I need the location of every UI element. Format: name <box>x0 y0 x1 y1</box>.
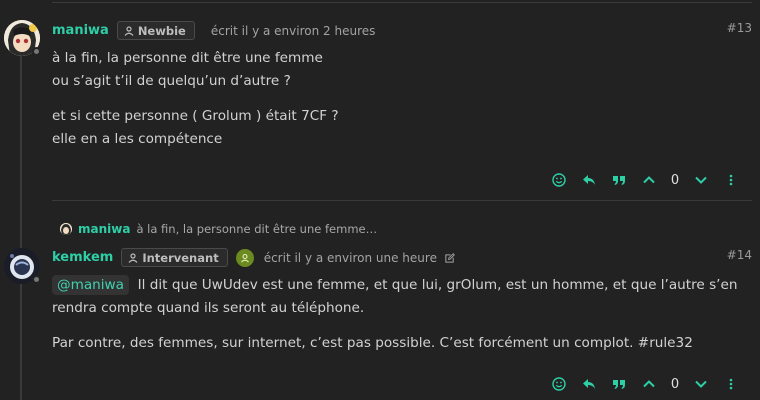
post-content: à la fin, la personne dit être une femme… <box>52 47 740 163</box>
reply-to-username: maniwa <box>78 222 131 236</box>
post-divider <box>52 2 752 3</box>
more-vertical-icon <box>729 174 733 186</box>
post-number[interactable]: #14 <box>727 248 752 262</box>
quote-button[interactable] <box>604 168 634 192</box>
user-mention[interactable]: @maniwa <box>52 275 130 295</box>
user-icon <box>128 252 138 263</box>
chevron-down-icon <box>695 380 707 388</box>
post-paragraph: @maniwa Il dit que UwUdev est une femme,… <box>52 274 740 320</box>
react-button[interactable] <box>544 372 574 396</box>
post-actions: 0 <box>544 168 746 192</box>
thread-line <box>20 40 22 400</box>
reply-button[interactable] <box>574 372 604 396</box>
avatar <box>60 223 72 235</box>
upvote-button[interactable] <box>634 372 664 396</box>
more-button[interactable] <box>716 372 746 396</box>
vote-count[interactable]: 0 <box>664 377 686 392</box>
smile-icon <box>552 173 566 187</box>
quote-icon <box>613 176 625 185</box>
group-icon[interactable] <box>235 248 254 267</box>
username[interactable]: kemkem <box>52 250 113 265</box>
upvote-button[interactable] <box>634 168 664 192</box>
post-divider <box>52 200 752 201</box>
badge-label: Newbie <box>137 23 186 38</box>
post-meta: kemkem Intervenant écrit il y a environ … <box>52 248 455 267</box>
post-paragraph: et si cette personne ( Grolum ) était 7C… <box>52 108 339 147</box>
post-content: @maniwa Il dit que UwUdev est une femme,… <box>52 274 740 367</box>
post-paragraph: Par contre, des femmes, sur internet, c’… <box>52 335 693 351</box>
post-actions: 0 <box>544 372 746 396</box>
badge-label: Intervenant <box>142 250 219 265</box>
reply-button[interactable] <box>574 168 604 192</box>
post-timestamp[interactable]: écrit il y a environ 2 heures <box>211 24 376 38</box>
vote-count[interactable]: 0 <box>664 173 686 188</box>
edit-icon <box>445 252 455 263</box>
post-timestamp[interactable]: écrit il y a environ une heure <box>264 251 455 265</box>
reply-to-link[interactable]: maniwa à la fin, la personne dit être un… <box>60 222 377 236</box>
presence-indicator <box>32 47 41 56</box>
reply-to-excerpt: à la fin, la personne dit être une femme… <box>136 222 378 236</box>
downvote-button[interactable] <box>686 372 716 396</box>
post-paragraph: à la fin, la personne dit être une femme… <box>52 50 323 89</box>
post-number[interactable]: #13 <box>727 21 752 35</box>
reply-icon <box>583 175 595 185</box>
downvote-button[interactable] <box>686 168 716 192</box>
quote-button[interactable] <box>604 372 634 396</box>
reply-icon <box>583 379 595 389</box>
react-button[interactable] <box>544 168 574 192</box>
more-vertical-icon <box>729 378 733 390</box>
smile-icon <box>552 377 566 391</box>
chevron-down-icon <box>695 176 707 184</box>
user-icon <box>124 25 134 36</box>
paragraph-text: Il dit que UwUdev est une femme, et que … <box>52 277 738 316</box>
post-meta: maniwa Newbie écrit il y a environ 2 heu… <box>52 21 375 40</box>
quote-icon <box>613 380 625 389</box>
user-badge[interactable]: Intervenant <box>121 248 228 267</box>
user-badge[interactable]: Newbie <box>116 21 195 40</box>
presence-indicator <box>32 275 41 284</box>
more-button[interactable] <box>716 168 746 192</box>
chevron-up-icon <box>643 380 655 388</box>
timestamp-text: écrit il y a environ une heure <box>263 250 437 265</box>
username[interactable]: maniwa <box>52 23 109 38</box>
chevron-up-icon <box>643 176 655 184</box>
